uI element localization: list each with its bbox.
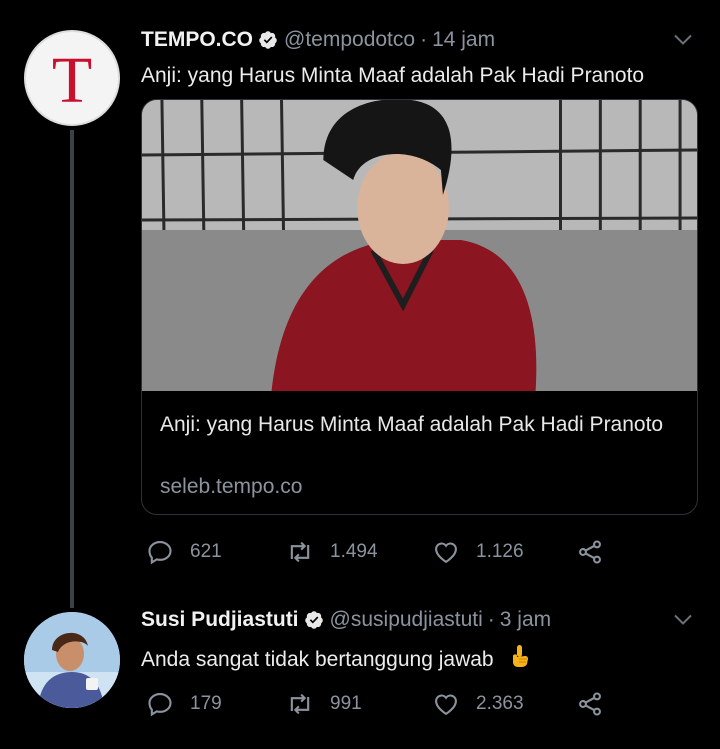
tempo-logo: T bbox=[51, 44, 93, 117]
pointing-up-hand-icon bbox=[513, 645, 529, 667]
reply-icon bbox=[148, 693, 172, 717]
share-icon bbox=[579, 692, 601, 716]
like-icon bbox=[435, 694, 457, 716]
reply-button[interactable]: 621 bbox=[146, 535, 222, 569]
retweet-button[interactable]: 1.494 bbox=[286, 535, 378, 569]
tweet-text-container: Anda sangat tidak bertanggung jawab bbox=[141, 644, 531, 672]
chevron-down-icon[interactable] bbox=[674, 614, 692, 626]
card-domain: seleb.tempo.co bbox=[160, 475, 303, 498]
tweet-header: Susi Pudjiastuti @susipudjiastuti · 3 ja… bbox=[141, 608, 551, 632]
tweet-text: Anji: yang Harus Minta Maaf adalah Pak H… bbox=[141, 64, 645, 87]
retweet-icon bbox=[290, 693, 310, 715]
tweet-time[interactable]: 3 jam bbox=[500, 608, 551, 632]
tweet-time[interactable]: 14 jam bbox=[432, 28, 495, 52]
retweet-count: 991 bbox=[330, 693, 362, 714]
share-button[interactable] bbox=[576, 535, 604, 569]
like-count: 2.363 bbox=[476, 693, 524, 714]
tweet-tempo[interactable]: T TEMPO.CO @tempodotco · 14 jam Anji: ya… bbox=[0, 0, 720, 608]
like-button[interactable]: 1.126 bbox=[432, 535, 524, 569]
separator-dot: · bbox=[487, 608, 495, 631]
author-name[interactable]: TEMPO.CO bbox=[141, 28, 253, 52]
like-icon bbox=[435, 542, 457, 564]
chevron-down-icon[interactable] bbox=[674, 34, 692, 46]
reply-icon bbox=[148, 541, 172, 565]
tweet-susi[interactable]: Susi Pudjiastuti @susipudjiastuti · 3 ja… bbox=[0, 600, 720, 749]
reply-button[interactable]: 179 bbox=[146, 687, 222, 721]
separator-dot: · bbox=[420, 28, 428, 51]
like-count: 1.126 bbox=[476, 541, 524, 562]
author-handle[interactable]: @tempodotco bbox=[284, 28, 415, 52]
card-title: Anji: yang Harus Minta Maaf adalah Pak H… bbox=[160, 413, 664, 436]
reply-count: 179 bbox=[190, 693, 222, 714]
author-handle[interactable]: @susipudjiastuti bbox=[330, 608, 483, 632]
author-name[interactable]: Susi Pudjiastuti bbox=[141, 608, 299, 632]
avatar-susi[interactable] bbox=[24, 612, 120, 708]
tweet-header: TEMPO.CO @tempodotco · 14 jam bbox=[141, 28, 495, 52]
avatar-tempo[interactable]: T bbox=[24, 30, 120, 126]
link-card[interactable]: Anji: yang Harus Minta Maaf adalah Pak H… bbox=[141, 99, 698, 515]
tweet-actions: 621 1.494 1.126 bbox=[146, 535, 626, 569]
card-image bbox=[142, 100, 697, 391]
avatar-photo bbox=[24, 612, 120, 708]
reply-count: 621 bbox=[190, 541, 222, 562]
tweet-actions: 179 991 2.363 bbox=[146, 687, 626, 721]
verified-badge-icon bbox=[304, 611, 323, 629]
thread-line bbox=[70, 130, 74, 608]
retweet-count: 1.494 bbox=[330, 541, 378, 562]
like-button[interactable]: 2.363 bbox=[432, 687, 524, 721]
tweet-text: Anda sangat tidak bertanggung jawab bbox=[141, 648, 494, 671]
retweet-button[interactable]: 991 bbox=[286, 687, 362, 721]
retweet-icon bbox=[290, 541, 310, 563]
share-button[interactable] bbox=[576, 687, 604, 721]
share-icon bbox=[579, 540, 601, 564]
verified-badge-icon bbox=[259, 31, 277, 49]
